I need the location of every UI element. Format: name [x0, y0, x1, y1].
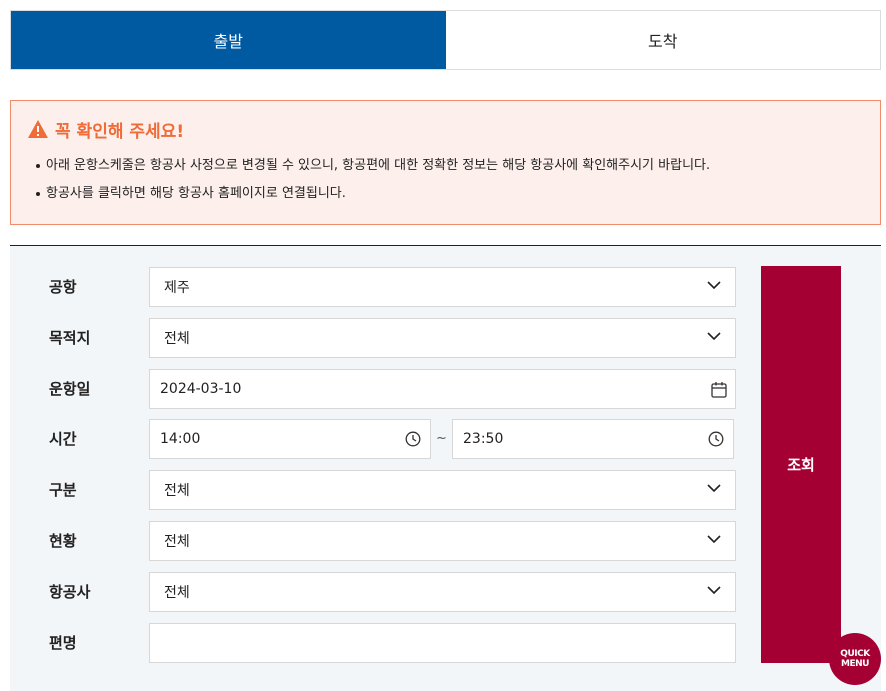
- time-separator: ~: [436, 431, 447, 446]
- time-from-value: 14:00: [160, 431, 201, 447]
- direction-tabs: 출발 도착: [10, 10, 881, 70]
- chevron-down-icon: [707, 281, 721, 290]
- quick-menu-line1: QUICK: [840, 649, 870, 659]
- notice-box: 꼭 확인해 주세요! 아래 운항스케줄은 항공사 사정으로 변경될 수 있으니,…: [10, 100, 881, 225]
- status-label: 현황: [49, 532, 77, 550]
- quick-menu-line2: MENU: [841, 659, 869, 669]
- airline-value: 전체: [164, 585, 190, 601]
- status-select[interactable]: 전체: [149, 521, 736, 561]
- destination-value: 전체: [164, 331, 190, 347]
- row-airline: 항공사 전체: [10, 572, 750, 612]
- notice-title-text: 꼭 확인해 주세요!: [55, 121, 185, 142]
- notice-item: 항공사를 클릭하면 해당 항공사 홈페이지로 연결됩니다.: [27, 183, 864, 211]
- clock-icon[interactable]: [405, 431, 421, 447]
- row-destination: 목적지 전체: [10, 318, 750, 358]
- category-label: 구분: [49, 481, 77, 499]
- chevron-down-icon: [707, 535, 721, 544]
- time-to-input[interactable]: 23:50: [452, 419, 734, 459]
- row-airport: 공항 제주: [10, 267, 750, 307]
- tab-arrival[interactable]: 도착: [445, 11, 880, 69]
- notice-item: 아래 운항스케줄은 항공사 사정으로 변경될 수 있으니, 항공편에 대한 정확…: [27, 155, 864, 183]
- airport-label: 공항: [49, 278, 77, 296]
- search-panel: 공항 제주 목적지 전체 운항일 2024-03-10 시간 14:00 ~ 2…: [10, 246, 881, 691]
- search-button[interactable]: 조회: [761, 266, 841, 663]
- clock-icon[interactable]: [708, 431, 724, 447]
- calendar-icon[interactable]: [711, 381, 727, 398]
- time-to-value: 23:50: [463, 431, 504, 447]
- row-status: 현황 전체: [10, 521, 750, 561]
- row-category: 구분 전체: [10, 470, 750, 510]
- chevron-down-icon: [707, 586, 721, 595]
- status-value: 전체: [164, 534, 190, 550]
- tab-departure[interactable]: 출발: [11, 11, 446, 69]
- destination-label: 목적지: [49, 329, 91, 347]
- notice-list: 아래 운항스케줄은 항공사 사정으로 변경될 수 있으니, 항공편에 대한 정확…: [27, 155, 864, 211]
- date-value: 2024-03-10: [160, 381, 242, 397]
- date-label: 운항일: [49, 380, 91, 398]
- flight-number-input[interactable]: [149, 623, 736, 663]
- chevron-down-icon: [707, 484, 721, 493]
- row-time: 시간 14:00 ~ 23:50: [10, 419, 750, 459]
- row-date: 운항일 2024-03-10: [10, 369, 750, 409]
- date-input[interactable]: 2024-03-10: [149, 369, 736, 409]
- airline-label: 항공사: [49, 583, 91, 601]
- flight-label: 편명: [49, 634, 77, 652]
- row-flight: 편명: [10, 623, 750, 663]
- category-value: 전체: [164, 483, 190, 499]
- chevron-down-icon: [707, 332, 721, 341]
- airline-select[interactable]: 전체: [149, 572, 736, 612]
- warning-icon: [28, 120, 48, 138]
- destination-select[interactable]: 전체: [149, 318, 736, 358]
- time-from-input[interactable]: 14:00: [149, 419, 431, 459]
- airport-select[interactable]: 제주: [149, 267, 736, 307]
- time-label: 시간: [49, 430, 77, 448]
- category-select[interactable]: 전체: [149, 470, 736, 510]
- quick-menu-button[interactable]: QUICK MENU: [829, 633, 881, 685]
- notice-title: 꼭 확인해 주세요!: [27, 117, 864, 142]
- airport-value: 제주: [164, 280, 190, 296]
